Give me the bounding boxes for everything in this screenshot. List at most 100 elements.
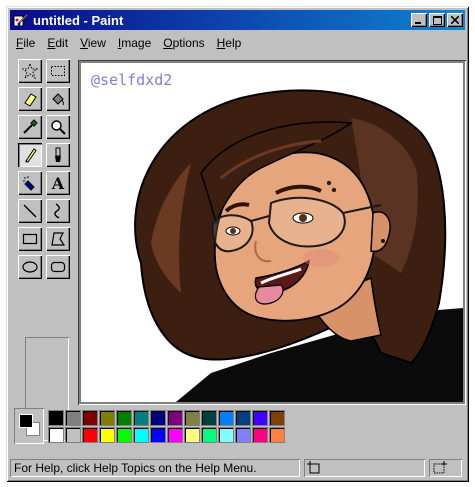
tool-curve[interactable] — [46, 199, 70, 223]
palette-swatch[interactable] — [252, 410, 268, 426]
palette-swatch[interactable] — [167, 410, 183, 426]
menu-edit[interactable]: Edit — [41, 36, 74, 50]
rectangle-icon — [22, 233, 38, 245]
menu-view-label: iew — [87, 36, 106, 50]
tool-rectangle[interactable] — [18, 227, 42, 251]
tool-polygon[interactable] — [46, 227, 70, 251]
palette-swatch[interactable] — [167, 427, 183, 443]
paint-window: untitled - Paint File Edit View Image Op… — [6, 6, 469, 482]
pencil-icon — [25, 148, 37, 163]
palette-swatch[interactable] — [133, 427, 149, 443]
palette-swatch[interactable] — [184, 427, 200, 443]
title-bar[interactable]: untitled - Paint — [10, 10, 465, 30]
menu-view-accel: V — [80, 36, 88, 50]
eyedropper-icon — [23, 119, 38, 134]
tool-fill-with-color[interactable] — [46, 87, 70, 111]
palette-swatch[interactable] — [116, 427, 132, 443]
palette-swatch[interactable] — [48, 427, 64, 443]
tool-magnifier[interactable] — [46, 115, 70, 139]
palette-swatch[interactable] — [133, 410, 149, 426]
magnifier-icon — [51, 120, 66, 135]
status-position-cell — [304, 459, 425, 477]
tool-pencil[interactable] — [18, 143, 42, 167]
airbrush-icon — [23, 176, 35, 191]
palette-swatch[interactable] — [201, 427, 217, 443]
tool-line[interactable] — [18, 199, 42, 223]
tool-free-form-select[interactable] — [18, 59, 42, 83]
status-bar: For Help, click Help Topics on the Help … — [10, 458, 465, 478]
cursor-position-icon — [307, 461, 320, 474]
palette-swatch[interactable] — [82, 427, 98, 443]
close-button[interactable] — [447, 13, 463, 27]
line-icon — [23, 204, 37, 218]
menu-file-label: ile — [23, 36, 36, 50]
close-icon — [451, 16, 459, 24]
color-box — [14, 408, 466, 450]
palette-swatch[interactable] — [218, 427, 234, 443]
window-title: untitled - Paint — [33, 12, 124, 28]
palette-swatch[interactable] — [235, 410, 251, 426]
portrait-illustration — [134, 89, 463, 402]
menu-help-label: elp — [225, 36, 242, 50]
menu-options-label: ptions — [172, 36, 205, 50]
status-help-text: For Help, click Help Topics on the Help … — [10, 459, 300, 477]
tool-airbrush[interactable] — [18, 171, 42, 195]
menu-image-label: mage — [121, 36, 152, 50]
canvas-watermark: @selfdxd2 — [91, 71, 173, 89]
text-icon: A — [51, 173, 65, 193]
current-colors[interactable] — [14, 408, 44, 444]
foreground-color-swatch[interactable] — [19, 414, 33, 428]
palette-swatch[interactable] — [99, 410, 115, 426]
palette-swatch[interactable] — [150, 410, 166, 426]
palette-swatch[interactable] — [150, 427, 166, 443]
drawing-canvas[interactable]: @selfdxd2 — [81, 63, 463, 402]
palette-swatch[interactable] — [82, 410, 98, 426]
minimize-button[interactable] — [411, 13, 427, 27]
eraser-icon — [24, 93, 37, 107]
palette-swatch[interactable] — [116, 410, 132, 426]
palette-swatch[interactable] — [269, 410, 285, 426]
tool-pick-color[interactable] — [18, 115, 42, 139]
tool-rectangle-select[interactable] — [46, 59, 70, 83]
tool-brush[interactable] — [46, 143, 70, 167]
menu-options-accel: O — [163, 36, 173, 50]
status-size-cell — [429, 459, 462, 477]
menu-edit-label: dit — [55, 36, 69, 50]
selection-size-icon — [433, 461, 447, 474]
menu-options[interactable]: Options — [157, 36, 210, 50]
minimize-icon — [415, 22, 421, 24]
palette-swatch[interactable] — [65, 410, 81, 426]
ellipse-icon — [22, 261, 38, 273]
canvas-frame: @selfdxd2 — [78, 60, 466, 405]
polygon-icon — [51, 232, 66, 246]
palette-swatch[interactable] — [252, 427, 268, 443]
tool-rounded-rectangle[interactable] — [46, 255, 70, 279]
palette-swatch[interactable] — [218, 410, 234, 426]
brush-icon — [55, 147, 61, 162]
palette-swatch[interactable] — [235, 427, 251, 443]
tool-eraser[interactable] — [18, 87, 42, 111]
palette-swatch[interactable] — [48, 410, 64, 426]
maximize-button[interactable] — [429, 13, 445, 27]
menu-help[interactable]: Help — [211, 36, 248, 50]
rounded-rect-icon — [50, 261, 66, 273]
paint-bucket-icon — [52, 93, 64, 106]
rect-select-icon — [51, 66, 65, 76]
palette-swatch[interactable] — [269, 427, 285, 443]
palette-swatch[interactable] — [65, 427, 81, 443]
toolbox: A — [15, 59, 75, 441]
menu-bar: File Edit View Image Options Help — [10, 33, 465, 53]
menu-image[interactable]: Image — [112, 36, 157, 50]
palette-swatch[interactable] — [184, 410, 200, 426]
star-select-icon — [22, 63, 38, 79]
tool-text[interactable]: A — [46, 171, 70, 195]
menu-help-accel: H — [216, 36, 226, 50]
paint-app-icon — [13, 13, 29, 27]
palette-swatch[interactable] — [201, 410, 217, 426]
palette-swatch[interactable] — [99, 427, 115, 443]
color-palette — [48, 410, 285, 443]
menu-view[interactable]: View — [74, 36, 112, 50]
tool-ellipse[interactable] — [18, 255, 42, 279]
menu-file[interactable]: File — [10, 36, 41, 50]
curve-icon — [54, 203, 60, 219]
